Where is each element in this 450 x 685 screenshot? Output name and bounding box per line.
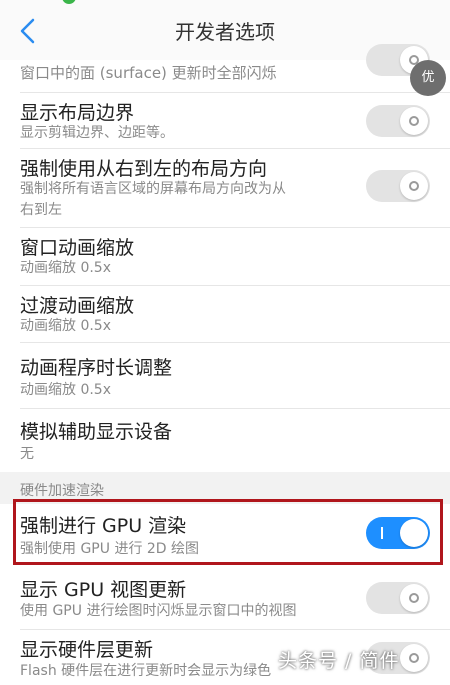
list-item-surface-flash[interactable]: 窗口中的面 (surface) 更新时全部闪烁 [0, 44, 450, 92]
list-item-title: 过渡动画缩放 [20, 295, 135, 317]
list-item-force-rtl[interactable]: 强制使用从右到左的布局方向 强制将所有语言区域的屏幕布局方向改为从 右到左 [0, 149, 450, 227]
force-rtl-toggle[interactable] [366, 170, 430, 202]
list-item-value: 动画缩放 0.5x [20, 382, 111, 398]
list-item-subtitle: 强制将所有语言区域的屏幕布局方向改为从 [20, 181, 286, 197]
list-item-title: 强制使用从右到左的布局方向 [20, 158, 268, 180]
layout-bounds-toggle[interactable] [366, 105, 430, 137]
page-title: 开发者选项 [175, 20, 275, 44]
list-item-value: 动画缩放 0.5x [20, 260, 111, 276]
list-item-subtitle: Flash 硬件层在进行更新时会显示为绿色 [20, 663, 272, 679]
list-item-window-animation[interactable]: 窗口动画缩放 动画缩放 0.5x [0, 228, 450, 285]
list-item-transition-animation[interactable]: 过渡动画缩放 动画缩放 0.5x [0, 286, 450, 342]
list-item-value: 动画缩放 0.5x [20, 318, 111, 334]
highlight-box [13, 499, 443, 565]
list-item-subtitle: 窗口中的面 (surface) 更新时全部闪烁 [20, 64, 277, 82]
list-item-layout-bounds[interactable]: 显示布局边界 显示剪辑边界、边距等。 [0, 93, 450, 148]
list-item-subtitle: 右到左 [20, 202, 62, 218]
list-item-title: 窗口动画缩放 [20, 237, 135, 259]
list-item-value: 无 [20, 446, 34, 462]
section-label: 硬件加速渲染 [20, 483, 104, 499]
list-item-gpu-view-updates[interactable]: 显示 GPU 视图更新 使用 GPU 进行绘图时闪烁显示窗口中的视图 [0, 570, 450, 629]
list-item-animator-duration[interactable]: 动画程序时长调整 动画缩放 0.5x [0, 343, 450, 408]
list-item-title: 动画程序时长调整 [20, 357, 173, 379]
list-item-subtitle: 使用 GPU 进行绘图时闪烁显示窗口中的视图 [20, 603, 297, 619]
list-item-title: 显示 GPU 视图更新 [20, 579, 187, 601]
list-item-title: 显示布局边界 [20, 102, 135, 124]
list-item-title: 模拟辅助显示设备 [20, 421, 173, 443]
list-item-subtitle: 显示剪辑边界、边距等。 [20, 125, 174, 141]
gpu-view-updates-toggle[interactable] [366, 582, 430, 614]
list-item-title: 显示硬件层更新 [20, 639, 154, 661]
status-indicator [62, 0, 76, 4]
watermark: 头条号 / 简件 [278, 650, 400, 672]
list-item-secondary-display[interactable]: 模拟辅助显示设备 无 [0, 409, 450, 472]
floating-assist-button[interactable]: 优 [410, 60, 446, 96]
